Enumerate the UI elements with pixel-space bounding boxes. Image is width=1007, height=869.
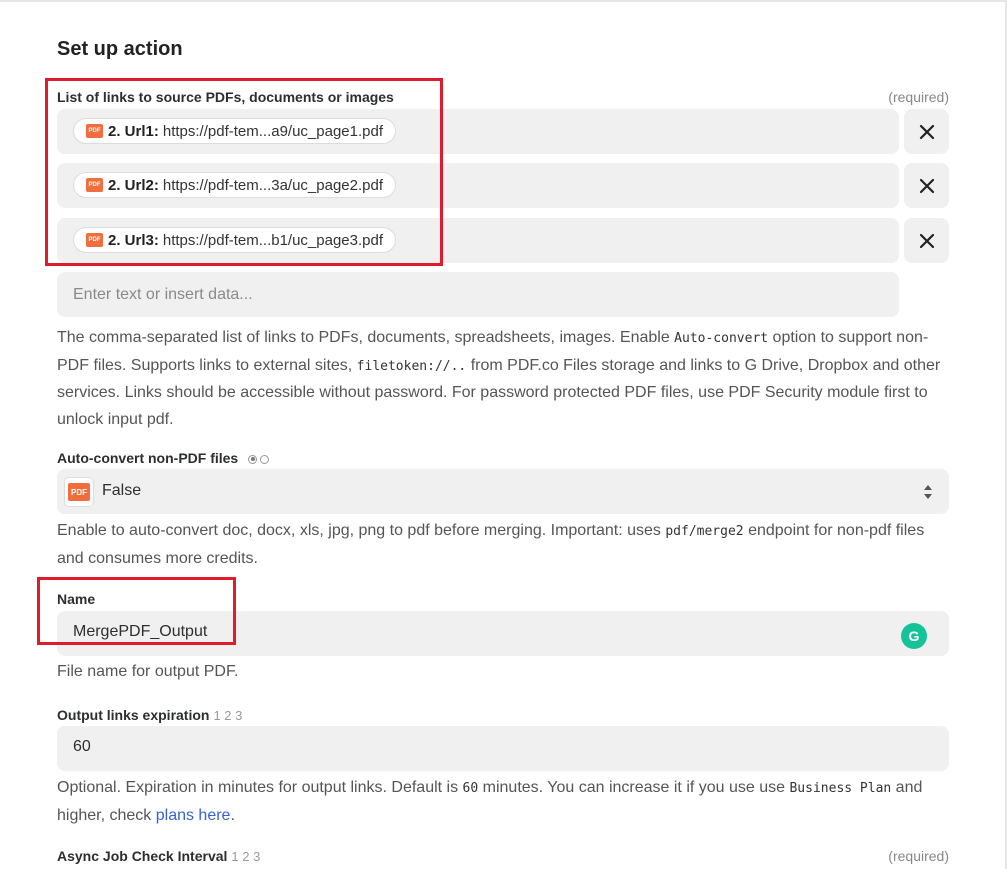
close-icon (919, 233, 934, 248)
expiration-value: 60 (73, 738, 91, 755)
radio-unselected-icon[interactable] (260, 454, 270, 464)
name-description: File name for output PDF. (57, 663, 239, 680)
field-mode-toggle[interactable] (248, 454, 270, 464)
remove-url3-button[interactable] (904, 218, 949, 263)
remove-url1-button[interactable] (904, 109, 949, 154)
page-title: Set up action (57, 38, 183, 60)
radio-selected-icon[interactable] (248, 454, 258, 464)
async-interval-label: Async Job Check Interval 1 2 3 (57, 848, 261, 864)
plans-link[interactable]: plans here (156, 807, 231, 824)
new-url-field[interactable] (57, 272, 899, 317)
expiration-label: Output links expiration 1 2 3 (57, 707, 243, 723)
pdfco-app-icon: PDF (64, 477, 94, 507)
expiration-description: Optional. Expiration in minutes for outp… (57, 779, 923, 824)
async-interval-hint: 1 2 3 (231, 849, 261, 864)
select-arrows-icon (924, 485, 932, 499)
expiration-hint: 1 2 3 (213, 708, 243, 723)
auto-convert-label: Auto-convert non-PDF files (57, 450, 270, 466)
auto-convert-description: Enable to auto-convert doc, docx, xls, j… (57, 522, 925, 567)
window-top-border (0, 0, 1007, 2)
required-indicator: (required) (888, 89, 949, 105)
grammarly-icon[interactable]: G (901, 623, 927, 649)
highlight-box-source-links (45, 78, 443, 266)
new-url-input[interactable] (73, 272, 873, 317)
remove-url2-button[interactable] (904, 163, 949, 208)
required-indicator: (required) (888, 848, 949, 864)
highlight-box-name (37, 577, 236, 645)
close-icon (919, 124, 934, 139)
select-value: False (102, 482, 142, 499)
auto-convert-select[interactable]: PDF False (57, 469, 949, 514)
close-icon (919, 178, 934, 193)
expiration-input[interactable]: 60 (57, 726, 949, 771)
source-links-description: The comma-separated list of links to PDF… (57, 329, 941, 428)
